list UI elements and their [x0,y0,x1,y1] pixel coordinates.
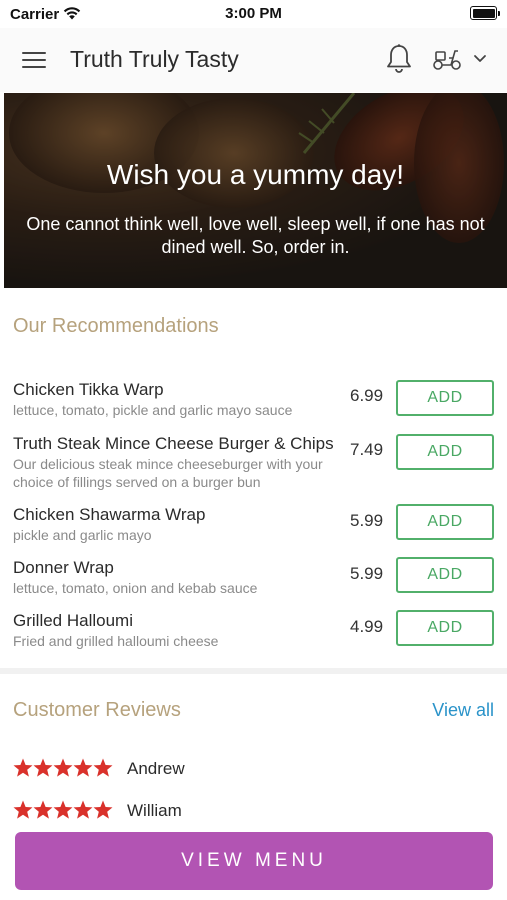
menu-item-name: Donner Wrap [13,558,114,577]
add-button[interactable]: ADD [396,610,494,646]
menu-item-description: Fried and grilled halloumi cheese [13,633,219,649]
hero-title: Wish you a yummy day! [106,159,405,190]
app-header: Truth Truly Tasty [0,28,507,92]
menu-item: Donner Wrap lettuce, tomato, onion and k… [0,557,507,598]
menu-item-price: 6.99 [350,386,384,405]
status-time: 3:00 PM [225,5,282,22]
add-button[interactable]: ADD [396,557,494,593]
section-divider [0,668,507,674]
add-button[interactable]: ADD [396,504,494,540]
app-title: Truth Truly Tasty [70,46,239,72]
star-rating-icon [13,758,113,777]
menu-item-description: pickle and garlic mayo [13,527,152,543]
recommendations-title: Our Recommendations [13,315,219,337]
menu-item: Truth Steak Mince Cheese Burger & Chips … [0,434,507,494]
menu-item: Grilled Halloumi Fried and grilled hallo… [0,610,507,651]
review-row: Andrew [13,757,493,785]
add-button[interactable]: ADD [396,380,494,416]
menu-item-name: Chicken Shawarma Wrap [13,505,206,524]
menu-item-description: lettuce, tomato, onion and kebab sauce [13,580,258,596]
menu-item-price: 5.99 [350,511,384,530]
menu-item: Chicken Tikka Warp lettuce, tomato, pick… [0,380,507,420]
menu-item: Chicken Shawarma Wrap pickle and garlic … [0,504,507,545]
review-row: William [13,799,493,827]
menu-item-description: Our delicious steak mince cheeseburger w… [13,456,323,490]
menu-item-name: Chicken Tikka Warp [13,380,164,399]
menu-item-name: Truth Steak Mince Cheese Burger & Chips [13,434,334,453]
view-all-reviews-link[interactable]: View all [432,700,494,721]
reviewer-name: Andrew [127,759,185,778]
menu-item-description: lettuce, tomato, pickle and garlic mayo … [13,402,293,418]
star-rating-icon [13,800,113,819]
menu-item-name: Grilled Halloumi [13,611,133,630]
hamburger-menu-icon[interactable] [22,50,48,70]
menu-item-price: 5.99 [350,564,384,583]
view-menu-button[interactable]: VIEW MENU [15,832,493,890]
reviewer-name: William [127,801,182,820]
bell-icon[interactable] [385,43,413,75]
hero-subtitle: One cannot think well, love well, sleep … [26,214,485,257]
chevron-down-icon[interactable] [472,52,488,64]
scooter-icon[interactable] [432,46,462,72]
menu-item-price: 4.99 [350,617,384,636]
hero-banner: Wish you a yummy day! One cannot think w… [4,93,507,288]
reviews-title: Customer Reviews [13,699,181,721]
status-bar: Carrier 3:00 PM [0,0,507,28]
menu-item-price: 7.49 [350,440,384,459]
add-button[interactable]: ADD [396,434,494,470]
battery-icon [470,6,500,20]
